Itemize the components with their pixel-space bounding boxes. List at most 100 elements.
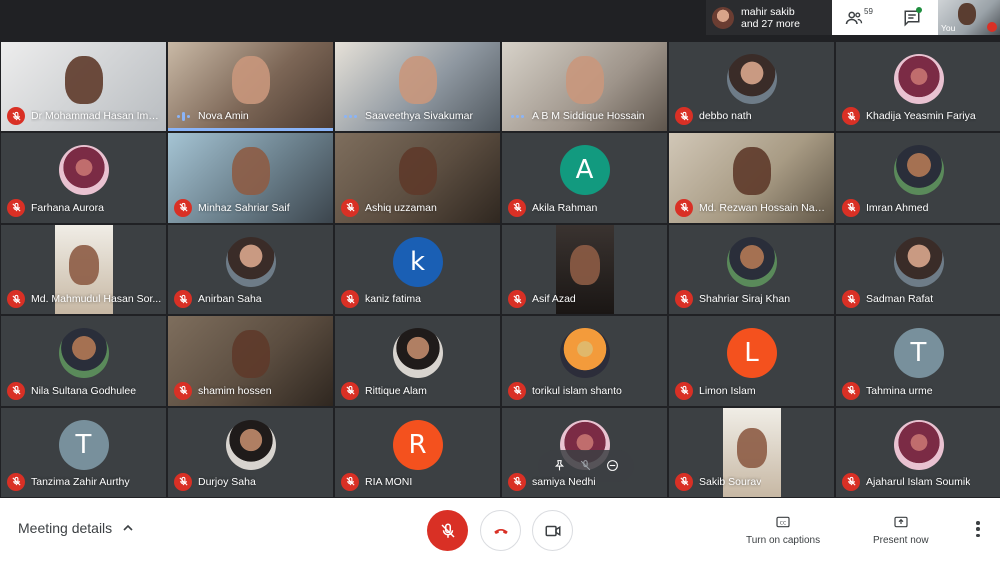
participant-name: kaniz fatima [365, 293, 422, 306]
top-bar: mahir sakib and 27 more 59 You [0, 0, 1000, 41]
participant-tile[interactable]: Anirban Saha [167, 223, 334, 316]
participant-name: Farhana Aurora [31, 201, 104, 214]
participant-video [64, 56, 103, 104]
participant-tile[interactable]: Minhaz Sahriar Saif [167, 132, 334, 224]
participant-name: Ashiq uzzaman [365, 201, 437, 214]
participant-letter-avatar: T [893, 328, 944, 379]
meeting-details-button[interactable]: Meeting details [18, 520, 134, 536]
participant-tile[interactable]: Sakib Sourav [668, 406, 835, 498]
mic-off-icon [842, 198, 860, 217]
leave-call-button[interactable] [480, 510, 521, 551]
participant-name-row: Ajaharul Islam Soumik [842, 472, 997, 491]
mic-off-icon [7, 290, 25, 309]
participant-tile[interactable]: Khadija Yeasmin Fariya [835, 41, 1000, 133]
participant-tile[interactable]: Farhana Aurora [0, 132, 167, 224]
participant-avatar [893, 419, 944, 470]
remove-participant-icon[interactable] [606, 459, 619, 472]
participant-tile[interactable]: shamim hossen [167, 315, 334, 407]
more-options-button[interactable] [968, 519, 988, 539]
participant-name: Imran Ahmed [866, 201, 929, 214]
participant-name-row: Anirban Saha [174, 290, 329, 309]
self-view[interactable]: You [938, 0, 1000, 35]
participant-tile[interactable]: Imran Ahmed [835, 132, 1000, 224]
participant-tile[interactable]: Shahriar Siraj Khan [668, 223, 835, 316]
mic-off-icon [174, 198, 192, 217]
participant-tile[interactable]: samiya Nedhi [501, 406, 668, 498]
participant-tile[interactable]: L Limon Islam [668, 315, 835, 407]
participant-tile[interactable]: A B M Siddique Hossain [501, 41, 668, 133]
people-icon [845, 11, 863, 24]
participant-tile[interactable]: A Akila Rahman [501, 132, 668, 224]
participant-tile[interactable]: Durjoy Saha [167, 406, 334, 498]
participant-tile[interactable]: Md. Rezwan Hossain Naee... [668, 132, 835, 224]
chat-notification-dot [916, 7, 922, 13]
captions-button[interactable]: CC Turn on captions [746, 514, 820, 546]
mic-off-icon [7, 107, 25, 126]
participant-name-row: Khadija Yeasmin Fariya [842, 107, 997, 126]
participant-tile[interactable]: Dr Mohammad Hasan Imam [0, 41, 167, 133]
participant-name-row: Nila Sultana Godhulee [7, 381, 162, 400]
participant-video [398, 147, 437, 196]
participant-face [569, 244, 600, 285]
participant-tile[interactable]: Asif Azad [501, 223, 668, 316]
participant-name: Khadija Yeasmin Fariya [866, 110, 976, 123]
participant-name-row: Imran Ahmed [842, 198, 997, 217]
participant-tile[interactable]: Nova Amin [167, 41, 334, 133]
participant-video [565, 56, 604, 104]
participant-name: Anirban Saha [198, 293, 262, 306]
participant-video [231, 330, 270, 379]
participant-name: debbo nath [699, 110, 752, 123]
participant-avatar [726, 236, 777, 287]
participant-name-row: samiya Nedhi [508, 472, 663, 491]
mic-off-icon [842, 472, 860, 491]
participant-tile[interactable]: Md. Mahmudul Hasan Sor... [0, 223, 167, 316]
hang-up-icon [493, 528, 508, 534]
participant-tile[interactable]: Ajaharul Islam Soumik [835, 406, 1000, 498]
participant-tile[interactable]: torikul islam shanto [501, 315, 668, 407]
participant-name-row: Saaveethya Sivakumar [341, 107, 496, 125]
mic-off-icon [675, 472, 693, 491]
participant-name: torikul islam shanto [532, 384, 622, 397]
participant-name: Shahriar Siraj Khan [699, 293, 791, 306]
participant-tile[interactable]: debbo nath [668, 41, 835, 133]
participant-avatar [225, 236, 276, 287]
participant-tile[interactable]: T Tanzima Zahir Aurthy [0, 406, 167, 498]
participant-letter-avatar: L [726, 328, 777, 379]
present-now-button[interactable]: Present now [873, 514, 929, 546]
participant-name-row: Akila Rahman [508, 198, 663, 217]
participant-name: Tahmina urme [866, 384, 933, 397]
participant-tile[interactable]: R RIA MONI [334, 406, 501, 498]
participant-name: Tanzima Zahir Aurthy [31, 475, 130, 488]
participant-name: Minhaz Sahriar Saif [198, 201, 290, 214]
pin-icon[interactable] [553, 459, 566, 472]
participant-name-row: Nova Amin [174, 107, 329, 125]
participant-avatar [559, 328, 610, 379]
mic-off-icon [675, 107, 693, 126]
participant-tile[interactable]: Ashiq uzzaman [334, 132, 501, 224]
mic-off-icon [7, 198, 25, 217]
participant-tile[interactable]: Sadman Rafat [835, 223, 1000, 316]
chat-button[interactable] [886, 0, 938, 35]
mute-participant-icon[interactable] [579, 459, 592, 472]
participant-name: shamim hossen [198, 384, 272, 397]
participant-name-row: Farhana Aurora [7, 198, 162, 217]
participant-name-row: Minhaz Sahriar Saif [174, 198, 329, 217]
participant-avatar [58, 328, 109, 379]
participant-tile[interactable]: Saaveethya Sivakumar [334, 41, 501, 133]
participant-name: Asif Azad [532, 293, 576, 306]
participant-name: Akila Rahman [532, 201, 598, 214]
participant-tile[interactable]: Nila Sultana Godhulee [0, 315, 167, 407]
camera-toggle-button[interactable] [532, 510, 573, 551]
participant-face [68, 244, 99, 285]
mic-toggle-button[interactable] [427, 510, 468, 551]
people-button[interactable]: 59 [832, 0, 886, 35]
bottom-bar: Meeting details CC Turn on captions Pres… [0, 498, 1000, 562]
participant-tile[interactable]: k kaniz fatima [334, 223, 501, 316]
participant-tile[interactable]: Rittique Alam [334, 315, 501, 407]
self-face [958, 3, 976, 25]
mic-off-icon [7, 472, 25, 491]
audio-level-icon [508, 107, 526, 125]
presenter-chip[interactable]: mahir sakib and 27 more [706, 0, 832, 35]
participant-name-row: Ashiq uzzaman [341, 198, 496, 217]
participant-tile[interactable]: T Tahmina urme [835, 315, 1000, 407]
